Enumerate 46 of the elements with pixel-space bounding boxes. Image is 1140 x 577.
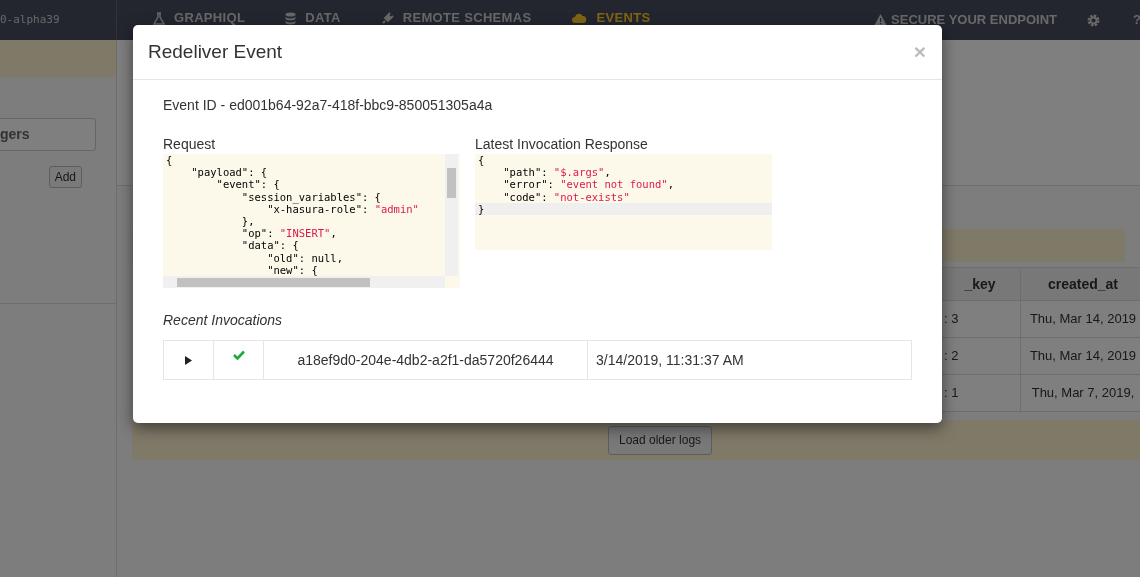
plug-icon xyxy=(380,11,394,25)
response-label: Latest Invocation Response xyxy=(475,135,649,154)
search-field[interactable]: gers xyxy=(0,118,96,151)
event-id: Event ID - ed001b64-92a7-418f-bbc9-850051305a4a xyxy=(163,96,494,115)
table-cell: Thu, Mar 7, 2019, xyxy=(1021,375,1140,411)
column-header: _key xyxy=(940,268,1021,300)
table-cell-text: 3/14/2019, 11:31:37 AM xyxy=(595,350,745,370)
close-button[interactable]: × xyxy=(913,36,926,68)
column-header: created_at xyxy=(1021,268,1140,300)
add-button[interactable]: Add xyxy=(48,166,82,188)
code-line: { xyxy=(477,154,486,167)
nav-tab[interactable]: DATA xyxy=(285,11,341,25)
table-cell: Thu, Mar 14, 2019 xyxy=(1021,338,1140,374)
modal-title: Redeliver Event xyxy=(148,39,283,64)
load-older-logs-button[interactable]: Load older logs xyxy=(608,425,713,455)
help-link[interactable]: ? xyxy=(1133,10,1140,30)
nav-tab[interactable]: EVENTS xyxy=(571,11,651,25)
code-line: }, xyxy=(240,214,256,228)
nav-tab[interactable]: REMOTE SCHEMAS xyxy=(380,11,532,25)
code-line: "code": "not-exists" xyxy=(502,190,631,203)
horizontal-scrollbar[interactable] xyxy=(163,276,445,288)
response-code-editor[interactable]: { "path": "$.args", "error": "event not found", "code": "not-exists" } xyxy=(475,154,772,250)
code-line: "x-hasura-role": "admin" xyxy=(267,202,420,215)
cloud-icon xyxy=(571,12,588,24)
code-line: "event": { xyxy=(215,178,281,191)
recent-invocations-label: Recent Invocations xyxy=(163,311,284,330)
nav-tab[interactable]: GRAPHIQL xyxy=(153,11,246,25)
database-icon xyxy=(285,11,297,25)
settings-icon[interactable] xyxy=(1087,13,1100,27)
vertical-scrollbar[interactable] xyxy=(445,154,458,276)
code-line: "error": "event not found", xyxy=(502,178,675,191)
table-cell: Thu, Mar 14, 2019 xyxy=(1021,301,1140,337)
code-line: "session_variables": { xyxy=(240,190,382,203)
code-line: { xyxy=(165,154,174,167)
request-label: Request xyxy=(163,135,217,154)
code-line: "path": "$.args", xyxy=(502,166,612,179)
code-line: "new": { xyxy=(266,263,319,276)
code-line: "old": null, xyxy=(266,251,344,264)
flask-icon xyxy=(153,11,165,25)
expand-icon[interactable] xyxy=(185,355,192,365)
request-code-editor[interactable]: { "payload": { "event": { "session_variables": { "x-hasura-role": "admin" }, "op": "INSERT", "data": { "old": null, "new": { xyxy=(163,154,460,288)
code-line: "payload": { xyxy=(190,166,269,179)
code-line: "op": "INSERT", xyxy=(240,227,338,240)
version-label: 0-alpha39 xyxy=(0,11,60,28)
code-line: "data": { xyxy=(240,239,300,252)
table-cell: a18ef9d0-204e-4db2-a2f1-da5720f26444 xyxy=(264,341,588,379)
